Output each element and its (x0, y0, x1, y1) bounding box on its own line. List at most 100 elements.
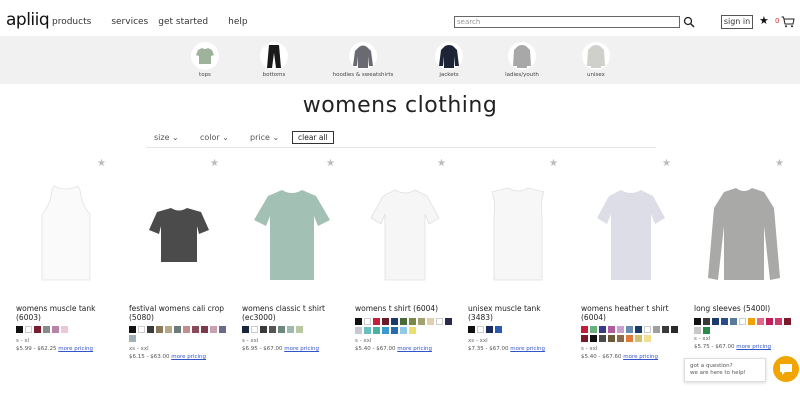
color-swatch[interactable] (617, 326, 624, 333)
more-pricing-link[interactable]: more pricing (510, 346, 545, 352)
product-name[interactable]: womens heather t shirt (6004) (581, 304, 691, 322)
color-swatch[interactable] (251, 326, 258, 333)
color-swatch[interactable] (662, 326, 669, 333)
nav-get-started[interactable]: get started (158, 17, 208, 27)
nav-help[interactable]: help (228, 17, 247, 27)
more-pricing-link[interactable]: more pricing (58, 346, 93, 352)
color-swatch[interactable] (219, 326, 226, 333)
filter-color[interactable]: color ⌄ (200, 133, 229, 142)
color-swatch[interactable] (400, 327, 407, 334)
color-swatch[interactable] (34, 326, 41, 333)
product-image[interactable] (16, 168, 116, 288)
nav-services[interactable]: services (111, 17, 148, 27)
color-swatch[interactable] (52, 326, 59, 333)
color-swatch[interactable] (210, 326, 217, 333)
product-name[interactable]: festival womens cali crop (5080) (129, 304, 239, 322)
color-swatch[interactable] (278, 326, 285, 333)
search-icon[interactable] (683, 16, 695, 28)
color-swatch[interactable] (427, 318, 434, 325)
color-swatch[interactable] (757, 318, 764, 325)
color-swatch[interactable] (165, 326, 172, 333)
product-name[interactable]: womens muscle tank (6003) (16, 304, 126, 322)
category-unisex[interactable]: unisex (551, 42, 641, 78)
color-swatch[interactable] (626, 326, 633, 333)
color-swatch[interactable] (147, 326, 154, 333)
product-image[interactable] (468, 168, 568, 288)
product-image[interactable] (355, 168, 455, 288)
color-swatch[interactable] (784, 318, 791, 325)
color-swatch[interactable] (694, 318, 701, 325)
product-name[interactable]: unisex muscle tank (3483) (468, 304, 578, 322)
color-swatch[interactable] (626, 335, 633, 342)
color-swatch[interactable] (766, 318, 773, 325)
color-swatch[interactable] (355, 327, 362, 334)
color-swatch[interactable] (599, 335, 606, 342)
color-swatch[interactable] (644, 326, 651, 333)
star-icon[interactable]: ★ (759, 14, 769, 27)
color-swatch[interactable] (201, 326, 208, 333)
color-swatch[interactable] (608, 326, 615, 333)
color-swatch[interactable] (581, 335, 588, 342)
more-pricing-link[interactable]: more pricing (171, 354, 206, 360)
more-pricing-link[interactable]: more pricing (397, 346, 432, 352)
color-swatch[interactable] (373, 327, 380, 334)
color-swatch[interactable] (748, 318, 755, 325)
color-swatch[interactable] (391, 327, 398, 334)
color-swatch[interactable] (712, 318, 719, 325)
color-swatch[interactable] (391, 318, 398, 325)
color-swatch[interactable] (635, 326, 642, 333)
color-swatch[interactable] (608, 335, 615, 342)
cart-icon[interactable] (781, 16, 795, 28)
product-name[interactable]: womens t shirt (6004) (355, 304, 465, 313)
color-swatch[interactable] (581, 326, 588, 333)
category-bottoms[interactable]: bottoms (229, 42, 319, 78)
color-swatch[interactable] (694, 327, 701, 334)
color-swatch[interactable] (635, 335, 642, 342)
clear-all-button[interactable]: clear all (292, 131, 334, 144)
product-image[interactable] (694, 168, 794, 288)
color-swatch[interactable] (495, 326, 502, 333)
filter-price[interactable]: price ⌄ (250, 133, 279, 142)
color-swatch[interactable] (590, 335, 597, 342)
color-swatch[interactable] (400, 318, 407, 325)
color-swatch[interactable] (436, 318, 443, 325)
color-swatch[interactable] (382, 318, 389, 325)
product-name[interactable]: long sleeves (5400l) (694, 304, 800, 313)
color-swatch[interactable] (129, 326, 136, 333)
nav-products[interactable]: products (52, 17, 91, 27)
more-pricing-link[interactable]: more pricing (284, 346, 319, 352)
color-swatch[interactable] (617, 335, 624, 342)
color-swatch[interactable] (364, 327, 371, 334)
color-swatch[interactable] (43, 326, 50, 333)
product-image[interactable] (581, 168, 681, 288)
color-swatch[interactable] (671, 326, 678, 333)
color-swatch[interactable] (156, 326, 163, 333)
color-swatch[interactable] (129, 335, 136, 342)
color-swatch[interactable] (703, 327, 710, 334)
color-swatch[interactable] (269, 326, 276, 333)
color-swatch[interactable] (16, 326, 23, 333)
color-swatch[interactable] (61, 326, 68, 333)
color-swatch[interactable] (599, 326, 606, 333)
search-input[interactable]: search (454, 16, 680, 28)
color-swatch[interactable] (418, 318, 425, 325)
sign-in-button[interactable]: sign in (721, 15, 753, 29)
color-swatch[interactable] (183, 326, 190, 333)
more-pricing-link[interactable]: more pricing (623, 354, 658, 360)
color-swatch[interactable] (382, 327, 389, 334)
color-swatch[interactable] (445, 318, 452, 325)
color-swatch[interactable] (477, 326, 484, 333)
color-swatch[interactable] (192, 326, 199, 333)
color-swatch[interactable] (644, 335, 651, 342)
color-swatch[interactable] (287, 326, 294, 333)
color-swatch[interactable] (364, 318, 371, 325)
color-swatch[interactable] (486, 326, 493, 333)
color-swatch[interactable] (653, 326, 660, 333)
product-image[interactable] (129, 168, 229, 288)
chat-icon[interactable] (773, 356, 799, 382)
chat-prompt[interactable]: got a question? we are here to help! (684, 358, 766, 382)
color-swatch[interactable] (468, 326, 475, 333)
color-swatch[interactable] (242, 326, 249, 333)
product-name[interactable]: womens classic t shirt (ec3000) (242, 304, 352, 322)
category-hoodies[interactable]: hoodies & sweatshirts (318, 42, 408, 78)
